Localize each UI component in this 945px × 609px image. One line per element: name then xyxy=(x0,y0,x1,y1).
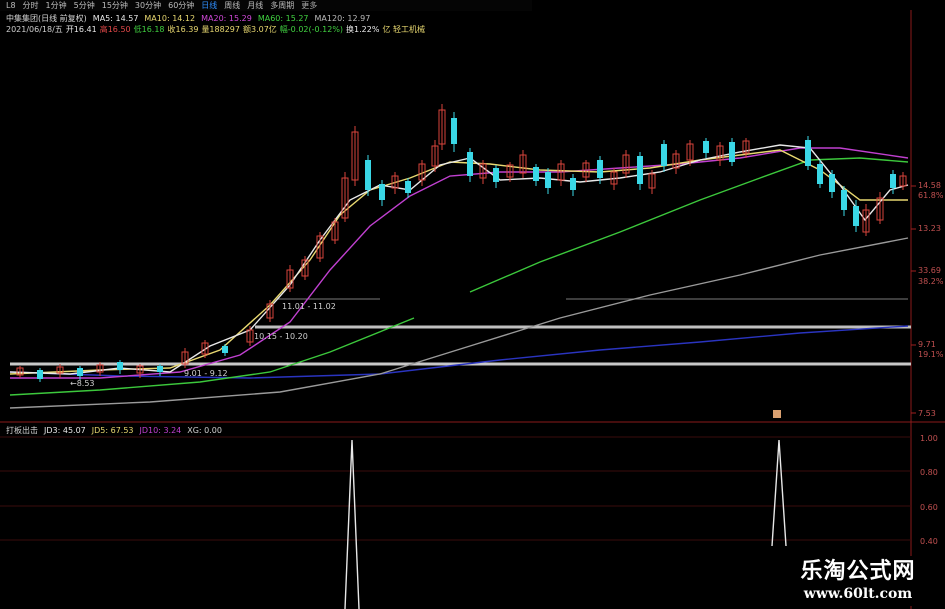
price-ticks xyxy=(911,185,916,414)
price-label-19-1: 19.1% xyxy=(918,350,944,359)
watermark-title: 乐淘公式网 xyxy=(800,559,916,584)
annotation-11-01: 11.01 - 11.02 xyxy=(282,302,336,311)
ma10-line xyxy=(9,149,908,375)
price-label-13-23: 13.23 xyxy=(918,224,941,233)
xg-value: XG: 0.00 xyxy=(187,426,222,435)
price-label-9-71: 9.71 xyxy=(918,340,936,349)
annotation-10-15: 10.15 - 10.20 xyxy=(254,332,308,341)
indicator-spike-2 xyxy=(771,439,787,547)
jd3-value: JD3: 45.07 xyxy=(44,426,86,435)
indicator-name: 打板出击 xyxy=(6,426,38,435)
watermark: 乐淘公式网 www.60lt.com xyxy=(773,556,943,606)
indicator-spike-1 xyxy=(344,439,360,609)
jd10-value: JD10: 3.24 xyxy=(139,426,182,435)
ma120-line xyxy=(9,237,909,409)
jd5-value: JD5: 67.53 xyxy=(91,426,134,435)
signal-marker-icon xyxy=(773,410,781,418)
price-label-61-8: 61.8% xyxy=(918,191,944,200)
watermark-url: www.60lt.com xyxy=(803,586,913,602)
ma5-line xyxy=(9,144,909,375)
price-chart-svg: 14.58 61.8% 13.23 33.69 38.2% 9.71 19.1%… xyxy=(0,10,945,609)
ind-label-1-00: 1.00 xyxy=(920,434,938,443)
ind-label-0-40: 0.40 xyxy=(920,537,938,546)
ind-label-0-80: 0.80 xyxy=(920,468,938,477)
price-label-7-53: 7.53 xyxy=(918,409,936,418)
price-label-14-58: 14.58 xyxy=(918,181,941,190)
price-label-33-69: 33.69 xyxy=(918,266,941,275)
ma20-line xyxy=(10,147,909,379)
annotation-8-53: ←8.53 xyxy=(70,379,95,388)
indicator-legend: 打板出击 JD3: 45.07 JD5: 67.53 JD10: 3.24 XG… xyxy=(6,426,222,436)
annotation-9-01: 9.01 - 9.12 xyxy=(184,369,228,378)
price-label-38-2: 38.2% xyxy=(918,277,944,286)
indicator-gridlines xyxy=(0,436,911,541)
ind-label-0-60: 0.60 xyxy=(920,503,938,512)
